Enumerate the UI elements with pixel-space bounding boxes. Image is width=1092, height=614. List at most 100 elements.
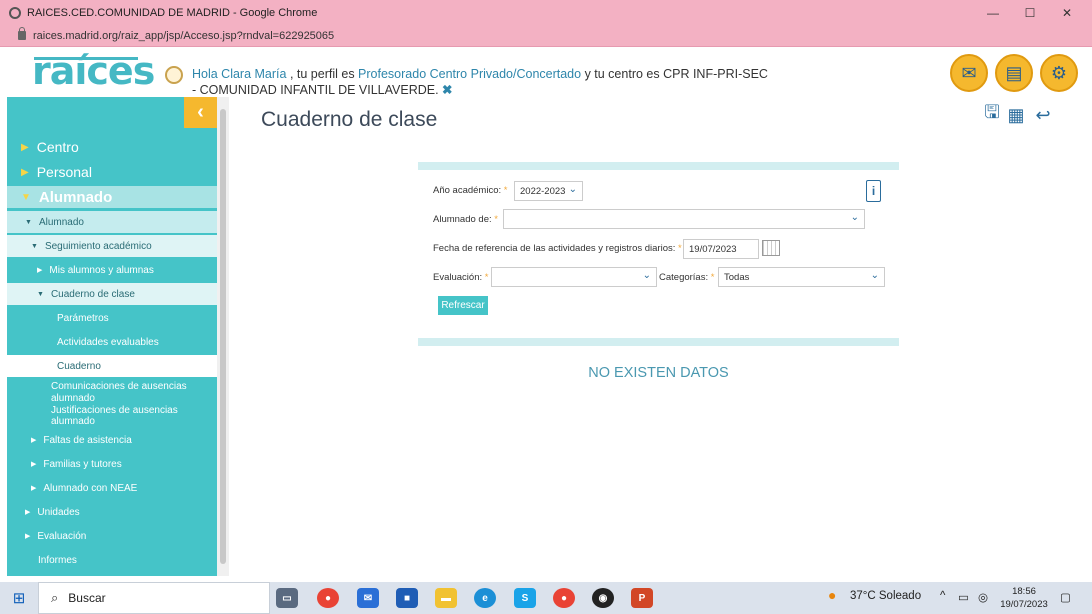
expand-icon: ▶ bbox=[37, 267, 43, 274]
save-icon[interactable]: 🖫 bbox=[981, 102, 1003, 126]
app-taskbar-icon[interactable]: ◉ bbox=[592, 588, 614, 608]
collapse-icon: ▼ bbox=[37, 290, 44, 298]
sidebar-item-personal[interactable]: ▶ Personal bbox=[7, 161, 217, 183]
maximize-button[interactable]: ☐ bbox=[1012, 0, 1048, 25]
greeting-text-1: , tu perfil es bbox=[286, 67, 359, 81]
refresh-button[interactable]: Refrescar bbox=[438, 296, 488, 315]
evaluacion-select[interactable]: ⌄ bbox=[491, 267, 657, 287]
expand-icon: ▶ bbox=[31, 437, 37, 444]
print-icon[interactable]: ▦ bbox=[1005, 104, 1027, 126]
sidebar-item-actividades[interactable]: Actividades evaluables bbox=[7, 331, 217, 353]
sidebar-item-faltas[interactable]: ▶ Faltas de asistencia bbox=[7, 429, 217, 451]
collapse-icon: ▼ bbox=[31, 242, 38, 250]
sidebar-item-evaluacion[interactable]: ▶ Evaluación bbox=[7, 525, 217, 547]
ano-label-text: Año académico: bbox=[433, 185, 502, 196]
sidebar-item-familias[interactable]: ▶ Familias y tutores bbox=[7, 453, 217, 475]
scrollbar-thumb[interactable] bbox=[220, 109, 226, 564]
sidebar-item-alumnado[interactable]: ▼ Alumnado bbox=[7, 186, 217, 208]
sidebar-item-label: Alumnado con NEAE bbox=[43, 482, 138, 494]
sidebar-item-label: Seguimiento académico bbox=[44, 240, 152, 252]
notifications-icon[interactable]: ▢ bbox=[1060, 590, 1071, 604]
documents-icon[interactable]: ▤ bbox=[995, 54, 1033, 92]
categorias-select[interactable]: Todas ⌄ bbox=[718, 267, 885, 287]
chrome-taskbar-icon[interactable]: ● bbox=[317, 588, 339, 608]
ano-label: Año académico: * bbox=[433, 185, 507, 196]
form-bottom-band bbox=[418, 338, 899, 346]
sidebar-item-centro[interactable]: ▶ Centro bbox=[7, 136, 217, 158]
sidebar-item-label: Unidades bbox=[37, 506, 80, 518]
sidebar-item-label: Actividades evaluables bbox=[57, 336, 159, 348]
collapse-icon: ▼ bbox=[25, 218, 32, 226]
mail-taskbar-icon[interactable]: ✉ bbox=[357, 588, 379, 608]
store-taskbar-icon[interactable]: ■ bbox=[396, 588, 418, 608]
tray-chevron-icon[interactable]: ^ bbox=[940, 590, 945, 602]
clock-date: 19/07/2023 bbox=[1000, 599, 1048, 610]
required-mark: * bbox=[484, 272, 489, 283]
settings-icon[interactable]: ⚙ bbox=[1040, 54, 1078, 92]
sidebar-scrollbar[interactable] bbox=[217, 97, 229, 576]
task-view-icon[interactable]: ▭ bbox=[276, 588, 298, 608]
sidebar-item-parametros[interactable]: Parámetros bbox=[7, 307, 217, 329]
evaluacion-label-text: Evaluación: bbox=[433, 272, 483, 283]
sidebar-item-label: Mis alumnos y alumnas bbox=[49, 264, 154, 276]
expand-icon: ▶ bbox=[21, 166, 29, 178]
back-icon[interactable]: ↩ bbox=[1032, 104, 1054, 126]
battery-icon[interactable]: ▭ bbox=[958, 590, 969, 604]
info-icon[interactable]: i bbox=[866, 180, 881, 202]
windows-start-icon[interactable]: ⊞ bbox=[0, 582, 38, 614]
sidebar-item-cuaderno-clase[interactable]: ▼ Cuaderno de clase bbox=[7, 283, 217, 305]
chevron-down-icon: ⌄ bbox=[870, 270, 879, 281]
search-placeholder: Buscar bbox=[68, 591, 106, 605]
browser-title-bar: RAICES.CED.COMUNIDAD DE MADRID - Google … bbox=[0, 0, 1092, 25]
expand-icon: ▶ bbox=[25, 533, 31, 540]
required-mark: * bbox=[710, 272, 715, 283]
raices-logo[interactable]: raíces bbox=[32, 51, 155, 91]
taskbar-search[interactable]: ⌕ Buscar bbox=[38, 582, 270, 614]
network-icon[interactable]: ◎ bbox=[978, 590, 988, 604]
sidebar-item-informes[interactable]: Informes bbox=[7, 549, 217, 571]
expand-icon: ▶ bbox=[31, 485, 37, 492]
skype-taskbar-icon[interactable]: S bbox=[514, 588, 536, 608]
sidebar-item-neae[interactable]: ▶ Alumnado con NEAE bbox=[7, 477, 217, 499]
weather-text[interactable]: 37°C Soleado bbox=[850, 590, 921, 602]
fecha-input[interactable]: 19/07/2023 bbox=[683, 239, 759, 259]
url-text[interactable]: raices.madrid.org/raiz_app/jsp/Acceso.js… bbox=[33, 30, 334, 42]
app-header: raíces Hola Clara María , tu perfil es P… bbox=[0, 47, 1092, 97]
sidebar-item-label: Familias y tutores bbox=[43, 458, 122, 470]
user-greeting: Hola Clara María , tu perfil es Profesor… bbox=[192, 66, 772, 98]
expand-icon: ▶ bbox=[21, 141, 29, 153]
form-top-band bbox=[418, 162, 899, 170]
sidebar-item-label: Alumnado bbox=[38, 188, 113, 206]
clock-time: 18:56 bbox=[1012, 586, 1036, 597]
address-bar[interactable]: raices.madrid.org/raiz_app/jsp/Acceso.js… bbox=[0, 25, 1092, 47]
explorer-taskbar-icon[interactable]: ▬ bbox=[435, 588, 457, 608]
calendar-icon[interactable] bbox=[762, 240, 780, 256]
expand-icon: ▶ bbox=[31, 461, 37, 468]
sidebar-item-comunicaciones[interactable]: Comunicaciones de ausencias alumnado bbox=[7, 378, 217, 408]
taskbar-clock[interactable]: 18:56 19/07/2023 bbox=[995, 585, 1053, 611]
collapse-sidebar-button[interactable]: ‹ bbox=[184, 97, 217, 128]
edge-taskbar-icon[interactable]: e bbox=[474, 588, 496, 608]
profile-link[interactable]: Profesorado Centro Privado/Concertado bbox=[358, 67, 581, 81]
expand-icon: ▶ bbox=[25, 509, 31, 516]
sidebar-item-cuaderno[interactable]: Cuaderno bbox=[7, 355, 217, 377]
sidebar-item-alumnado-sub[interactable]: ▼ Alumnado bbox=[7, 211, 217, 233]
alumnado-label-text: Alumnado de: bbox=[433, 214, 492, 225]
ano-select[interactable]: 2022-2023 ⌄ bbox=[514, 181, 583, 201]
sidebar-item-seguimiento[interactable]: ▼ Seguimiento académico bbox=[7, 235, 217, 257]
chrome-active-taskbar-icon[interactable]: ● bbox=[553, 588, 575, 608]
powerpoint-taskbar-icon[interactable]: P bbox=[631, 588, 653, 608]
alumnado-select[interactable]: ⌄ bbox=[503, 209, 865, 229]
lock-icon bbox=[18, 27, 26, 40]
filter-form: Año académico: * 2022-2023 ⌄ i Alumnado … bbox=[418, 162, 899, 347]
ano-value: 2022-2023 bbox=[520, 185, 566, 197]
categorias-label: Categorías: * bbox=[659, 272, 714, 283]
close-button[interactable]: ✕ bbox=[1049, 0, 1085, 25]
minimize-button[interactable]: — bbox=[975, 0, 1011, 25]
close-session-icon[interactable]: ✖ bbox=[442, 83, 452, 97]
sidebar-item-mis-alumnos[interactable]: ▶ Mis alumnos y alumnas bbox=[7, 259, 217, 281]
sidebar-item-unidades[interactable]: ▶ Unidades bbox=[7, 501, 217, 523]
mail-icon[interactable]: ✉ bbox=[950, 54, 988, 92]
sidebar-item-justificaciones[interactable]: Justificaciones de ausencias alumnado bbox=[7, 405, 217, 427]
sidebar-item-label: Centro bbox=[36, 139, 79, 155]
